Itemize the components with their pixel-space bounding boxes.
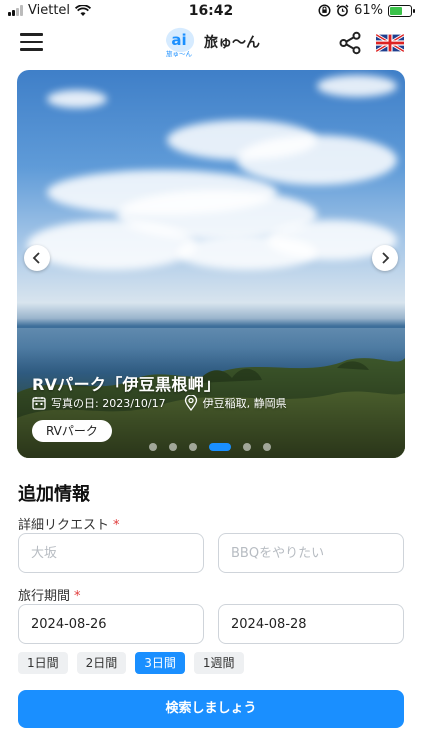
- photo-date: 写真の日: 2023/10/17: [51, 397, 166, 410]
- carousel-dot[interactable]: [149, 443, 157, 451]
- carousel-next-button[interactable]: [372, 245, 398, 271]
- carousel-dot[interactable]: [169, 443, 177, 451]
- duration-chip[interactable]: 1日間: [18, 652, 68, 674]
- spot-location: 伊豆稲取, 静岡県: [202, 397, 287, 410]
- alarm-icon: [336, 4, 349, 17]
- carousel-dot[interactable]: [243, 443, 251, 451]
- end-date-field[interactable]: [218, 604, 404, 644]
- search-button[interactable]: 検索しましょう: [18, 690, 404, 728]
- request-label-text: 詳細リクエスト: [18, 518, 110, 533]
- uk-flag-icon[interactable]: [376, 34, 404, 52]
- duration-options: 1日間 2日間 3日間 1週間: [18, 652, 244, 674]
- start-date-field[interactable]: [18, 604, 204, 644]
- app-header: ai 旅ゅ〜ん 旅ゅ〜ん: [0, 24, 422, 62]
- section-title: 追加情報: [18, 484, 90, 505]
- required-mark: *: [74, 589, 81, 604]
- calendar-icon: [32, 397, 46, 410]
- carousel-indicator: [149, 443, 271, 451]
- chevron-left-icon: [32, 252, 40, 264]
- required-mark: *: [113, 518, 120, 533]
- logo-subtext: 旅ゅ〜ん: [166, 49, 193, 58]
- request-input-2[interactable]: [218, 533, 404, 573]
- logo-letters: ai: [171, 31, 186, 49]
- duration-chip[interactable]: 1週間: [193, 652, 244, 674]
- spot-meta: 写真の日: 2023/10/17 伊豆稲取, 静岡県: [32, 395, 287, 411]
- request-input-1[interactable]: [18, 533, 204, 573]
- carousel-dot-active[interactable]: [209, 443, 231, 451]
- location-pin-icon: [184, 395, 197, 411]
- app-logo[interactable]: ai 旅ゅ〜ん 旅ゅ〜ん: [160, 26, 260, 58]
- duration-chip[interactable]: 2日間: [76, 652, 127, 674]
- chevron-right-icon: [382, 252, 390, 264]
- battery-icon: [388, 4, 415, 17]
- spot-title: RVパーク「伊豆黒根岬」: [32, 375, 221, 394]
- logo-mark-icon: ai 旅ゅ〜ん: [166, 27, 195, 58]
- brand-name: 旅ゅ〜ん: [204, 35, 260, 51]
- carousel-dot[interactable]: [263, 443, 271, 451]
- app-page: Viettel 16:42 61% ai 旅ゅ〜ん 旅ゅ〜ん RVパーク「伊豆黒…: [0, 0, 422, 750]
- menu-icon[interactable]: [20, 33, 43, 51]
- period-label: 旅行期間 *: [18, 585, 81, 604]
- share-icon[interactable]: [338, 31, 362, 55]
- duration-chip[interactable]: 3日間: [135, 652, 185, 674]
- category-tag: RVパーク: [32, 420, 112, 442]
- status-bar: Viettel 16:42 61%: [0, 0, 422, 24]
- hero-carousel[interactable]: RVパーク「伊豆黒根岬」 写真の日: 2023/10/17 伊豆稲取, 静岡県 …: [17, 70, 405, 458]
- carousel-dot[interactable]: [189, 443, 197, 451]
- request-label: 詳細リクエスト *: [18, 514, 120, 533]
- status-right: 61%: [318, 3, 415, 18]
- rotation-lock-icon: [318, 4, 331, 17]
- period-label-text: 旅行期間: [18, 589, 71, 604]
- carousel-prev-button[interactable]: [24, 245, 50, 271]
- battery-percent: 61%: [354, 3, 383, 18]
